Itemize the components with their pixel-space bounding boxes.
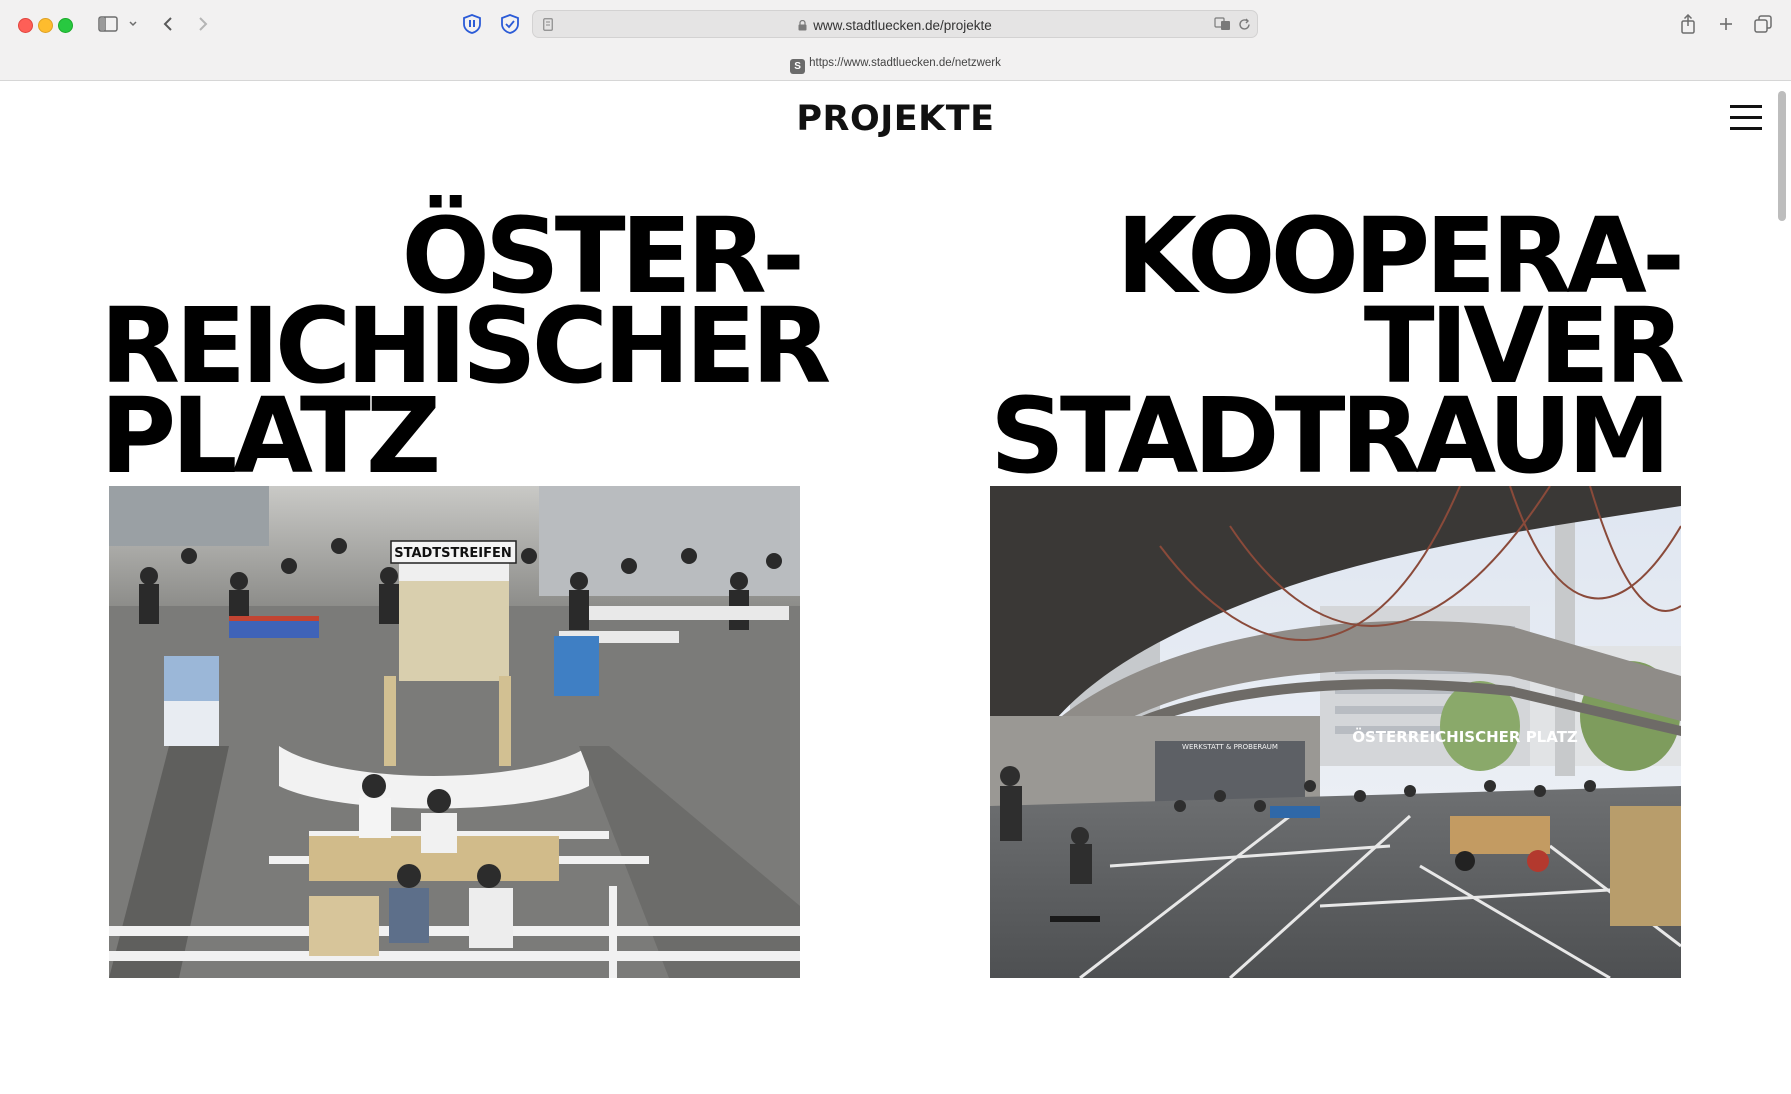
hover-link-url: https://www.stadtluecken.de/netzwerk — [809, 57, 1001, 69]
reload-icon[interactable] — [1235, 15, 1253, 33]
scrollbar-thumb[interactable] — [1778, 91, 1786, 221]
oesterreichischer-platz-sign: ÖSTERREICHISCHER PLATZ — [1352, 727, 1578, 746]
project-title-oesterreichischer-platz[interactable]: ÖSTER- REICHISCHER PLATZ — [100, 204, 831, 488]
sidebar-toggle-icon[interactable] — [96, 12, 120, 36]
page-content: PROJEKTE ÖSTER- REICHISCHER PLATZ STADTS… — [0, 81, 1791, 1094]
new-tab-plus-icon[interactable] — [1714, 12, 1738, 36]
address-bar[interactable]: www.stadtluecken.de/projekte — [532, 10, 1258, 38]
project-title-line: STADTRAUM — [990, 375, 1671, 497]
zoom-window-button[interactable] — [58, 18, 73, 33]
werkstatt-sign: WERKSTATT & PROBERAUM — [1182, 743, 1278, 751]
project-image-oesterreichischer-platz[interactable]: STADTSTREIFEN — [109, 486, 800, 978]
project-title-kooperativer-stadtraum[interactable]: KOOPERA- TIVER STADTRAUM — [990, 204, 1685, 497]
page-title[interactable]: PROJEKTE — [0, 99, 1791, 139]
close-window-button[interactable] — [18, 18, 33, 33]
hover-link-status: Shttps://www.stadtluecken.de/netzwerk — [0, 57, 1791, 74]
back-arrow-icon[interactable] — [158, 12, 178, 36]
minimize-window-button[interactable] — [38, 18, 53, 33]
password-shield-icon[interactable] — [460, 12, 484, 36]
share-icon[interactable] — [1676, 12, 1700, 36]
browser-toolbar: www.stadtluecken.de/projekte Shttps://ww… — [0, 0, 1791, 81]
translate-icon[interactable] — [1213, 15, 1233, 33]
site-favicon-icon: S — [790, 59, 806, 74]
forward-arrow-icon[interactable] — [193, 12, 213, 36]
project-image-kooperativer-stadtraum[interactable]: WERKSTATT & PROBERAUM ÖSTERREICHISCHER P… — [990, 486, 1681, 978]
privacy-shield-icon[interactable] — [498, 12, 522, 36]
url-text: www.stadtluecken.de/projekte — [813, 18, 992, 33]
lock-icon — [798, 19, 807, 34]
hamburger-menu-icon[interactable] — [1728, 105, 1764, 131]
stadtstreifen-sign: STADTSTREIFEN — [394, 546, 512, 561]
tab-overview-icon[interactable] — [1751, 12, 1775, 36]
chevron-down-icon[interactable] — [126, 12, 140, 36]
url-display[interactable]: www.stadtluecken.de/projekte — [533, 18, 1257, 34]
